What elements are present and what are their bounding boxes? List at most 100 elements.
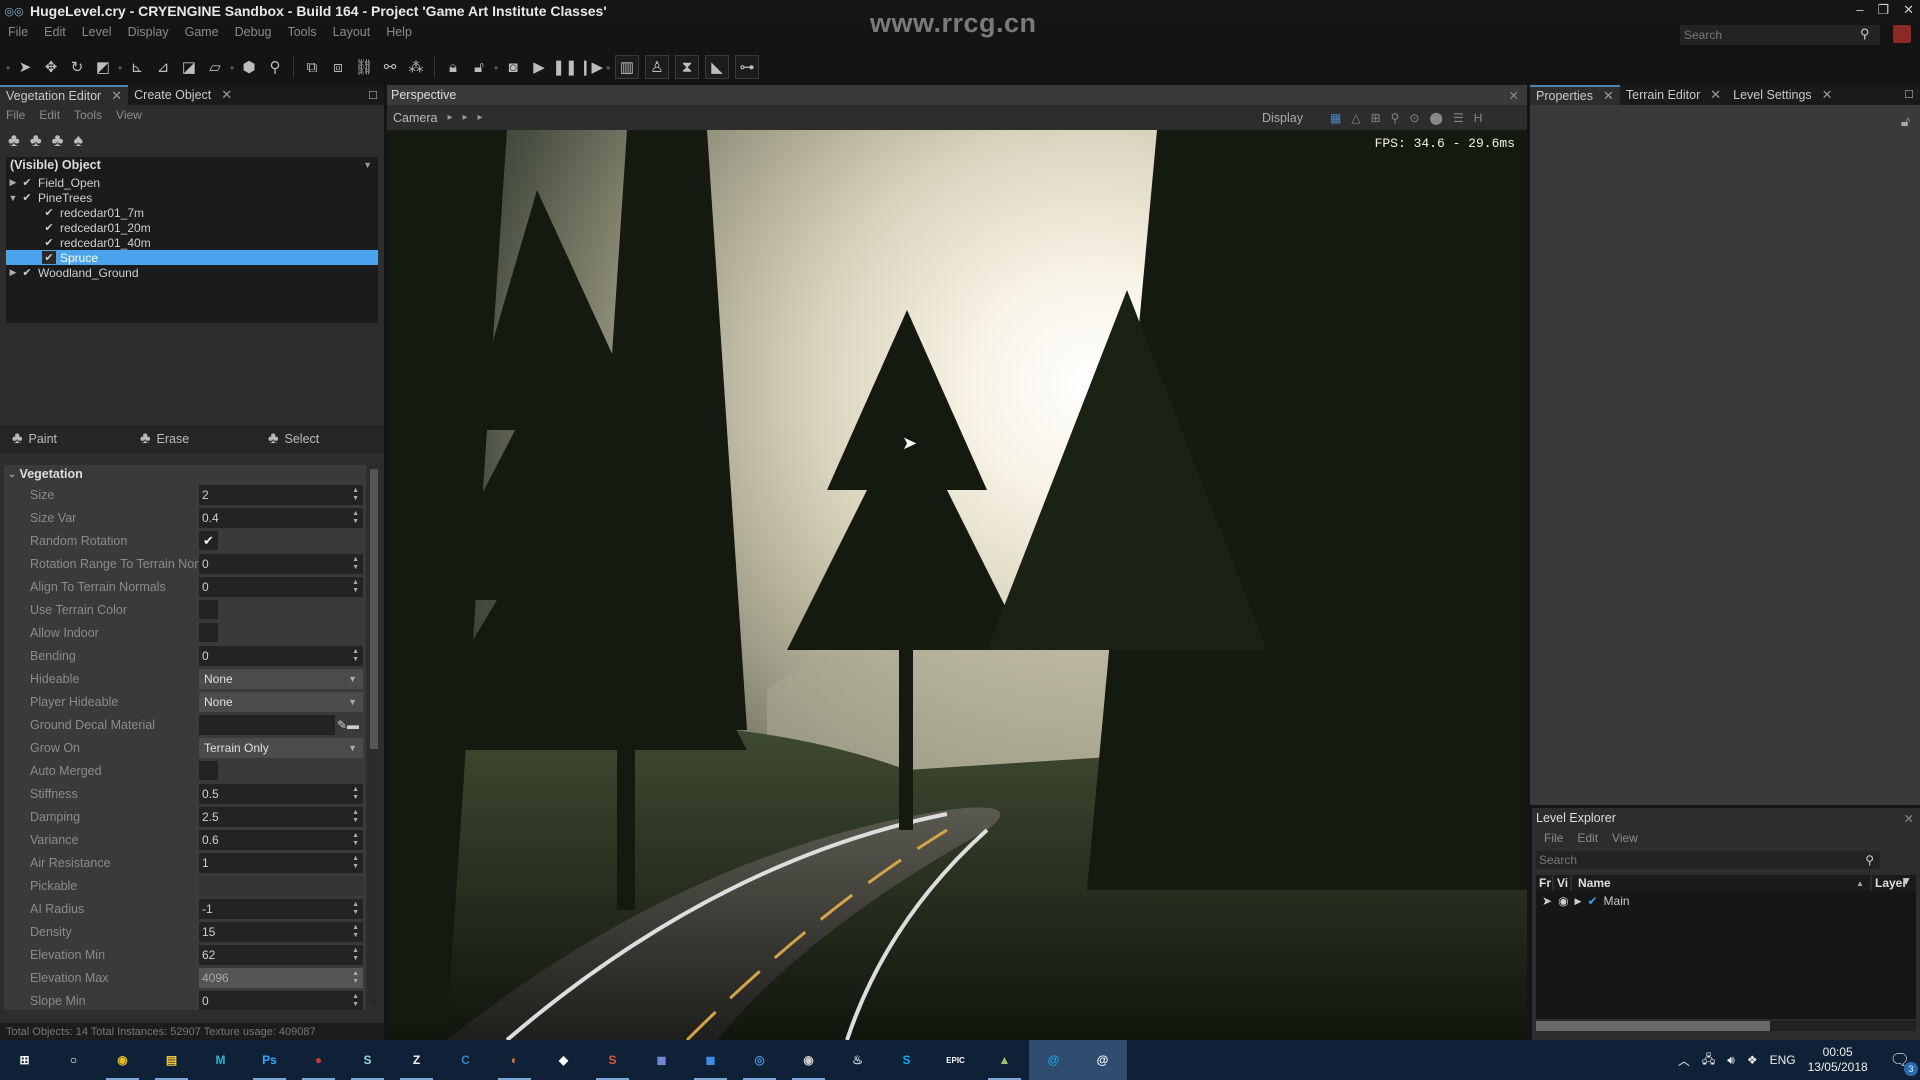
- step-icon[interactable]: ❙▶: [578, 55, 604, 79]
- property-number-input[interactable]: 0.5 ▲ ▼: [199, 783, 363, 804]
- property-dropdown[interactable]: None ▼: [199, 668, 363, 689]
- column-header-name[interactable]: Name ▲: [1572, 875, 1870, 891]
- spinner-arrows-icon[interactable]: ▲ ▼: [352, 786, 359, 802]
- game-mode-icon[interactable]: ◙: [500, 55, 526, 79]
- spinner-arrows-icon[interactable]: ▲ ▼: [352, 832, 359, 848]
- taskbar-chrome-button[interactable]: ◉: [98, 1040, 147, 1080]
- close-tab-icon[interactable]: ✕: [1822, 87, 1833, 103]
- show-hidden-icons-icon[interactable]: ︿: [1678, 1052, 1690, 1069]
- close-tab-icon[interactable]: ✕: [221, 87, 232, 103]
- taskbar-discord-button[interactable]: ◼: [637, 1040, 686, 1080]
- network-icon[interactable]: 🖧: [1702, 1050, 1715, 1071]
- property-dropdown[interactable]: None ▼: [199, 691, 363, 712]
- filter-icon[interactable]: ▼: [1900, 874, 1912, 888]
- select-icon[interactable]: ➤: [12, 55, 38, 79]
- spinner-arrows-icon[interactable]: ▲ ▼: [352, 993, 359, 1009]
- global-search-input[interactable]: Search: [1680, 25, 1880, 45]
- dropbox-icon[interactable]: ❖: [1747, 1053, 1758, 1067]
- restore-button[interactable]: ❐: [1877, 2, 1889, 18]
- veg-menu-view[interactable]: View: [116, 108, 142, 122]
- property-number-input[interactable]: 4096 ▲ ▼: [199, 967, 363, 988]
- tree-item[interactable]: ✔ redcedar01_20m: [6, 220, 378, 235]
- property-checkbox[interactable]: ✔: [199, 531, 218, 550]
- paint-mode-button[interactable]: ♣ Paint: [0, 430, 128, 448]
- property-number-input[interactable]: 0.6 ▲ ▼: [199, 829, 363, 850]
- material-path-input[interactable]: [199, 714, 335, 735]
- collapse-arrow-icon[interactable]: ▼: [6, 193, 20, 203]
- erase-mode-button[interactable]: ♣ Erase: [128, 430, 256, 448]
- visibility-checkbox[interactable]: ✔: [42, 251, 56, 264]
- visibility-checkbox[interactable]: ✔: [42, 236, 56, 249]
- add-vegetation-object-icon[interactable]: ♣: [8, 130, 20, 151]
- spinner-arrows-icon[interactable]: ▲ ▼: [352, 809, 359, 825]
- ai-person-icon[interactable]: ♙: [645, 55, 669, 79]
- tree-item-selected[interactable]: ✔ Spruce: [6, 250, 378, 265]
- property-number-input[interactable]: 2 ▲ ▼: [199, 484, 363, 505]
- terrain-icon[interactable]: ◣: [705, 55, 729, 79]
- layer-row[interactable]: ➤ ◉ ▶ ✔ Main: [1536, 893, 1916, 909]
- taskbar-epic-button[interactable]: EPIC: [931, 1040, 980, 1080]
- select-object-icon[interactable]: ⬢: [236, 55, 262, 79]
- visibility-checkbox[interactable]: ✔: [42, 206, 56, 219]
- snap-to-terrain-icon[interactable]: ▱: [202, 55, 228, 79]
- volume-icon[interactable]: 🔊︎: [1727, 1053, 1735, 1068]
- veg-menu-tools[interactable]: Tools: [74, 108, 102, 122]
- le-menu-file[interactable]: File: [1544, 831, 1563, 845]
- property-checkbox[interactable]: [199, 600, 218, 619]
- lock-icon[interactable]: 🔒︎: [440, 55, 466, 79]
- menu-display[interactable]: Display: [120, 25, 177, 39]
- tab-create-object[interactable]: Create Object ✕: [128, 85, 238, 105]
- tree-item[interactable]: ▶ ✔ Field_Open: [6, 175, 378, 190]
- snap-to-grid-icon[interactable]: ⊿: [150, 55, 176, 79]
- properties-scrollbar[interactable]: [370, 465, 378, 1005]
- active-layer-check-icon[interactable]: ✔: [1587, 894, 1597, 908]
- property-number-input[interactable]: 15 ▲ ▼: [199, 921, 363, 942]
- property-number-input[interactable]: 0 ▲ ▼: [199, 645, 363, 666]
- close-panel-icon[interactable]: ✕: [1904, 811, 1914, 826]
- vegetation-group-icon[interactable]: ♠: [73, 130, 83, 151]
- tree-item[interactable]: ▶ ✔ Woodland_Ground: [6, 265, 378, 280]
- property-number-input[interactable]: 0.4 ▲ ▼: [199, 507, 363, 528]
- taskbar-photoshop-button[interactable]: Ps: [245, 1040, 294, 1080]
- horizontal-scrollbar[interactable]: [1536, 1021, 1916, 1031]
- remove-vegetation-icon[interactable]: ♣: [52, 130, 64, 151]
- camera-nav-arrows-icon[interactable]: ▸▸▸: [447, 112, 492, 123]
- director-icon[interactable]: ⧗: [675, 55, 699, 79]
- taskbar-app-blue-button[interactable]: C: [441, 1040, 490, 1080]
- axis-constraint-icon[interactable]: ⊾: [124, 55, 150, 79]
- unlock-icon[interactable]: 🔓︎: [466, 55, 492, 79]
- notification-center-button[interactable]: [1893, 25, 1911, 43]
- taskbar-blender-button[interactable]: ◐: [490, 1040, 539, 1080]
- taskbar-skype-button[interactable]: S: [882, 1040, 931, 1080]
- add-vegetation-group-icon[interactable]: ♣: [30, 130, 42, 151]
- le-menu-edit[interactable]: Edit: [1577, 831, 1598, 845]
- taskbar-app-red-button[interactable]: ●: [294, 1040, 343, 1080]
- move-icon[interactable]: ✥: [38, 55, 64, 79]
- angle-snap-icon[interactable]: △: [1351, 111, 1360, 125]
- taskbar-unity-button[interactable]: ◆: [539, 1040, 588, 1080]
- helpers-icon[interactable]: H: [1474, 111, 1483, 125]
- tab-level-settings[interactable]: Level Settings ✕: [1727, 85, 1838, 105]
- taskbar-app-green-button[interactable]: ▲: [980, 1040, 1029, 1080]
- taskbar-cryengine-launcher-button[interactable]: @: [1029, 1040, 1078, 1080]
- menu-game[interactable]: Game: [177, 25, 227, 39]
- tab-terrain-editor[interactable]: Terrain Editor ✕: [1620, 85, 1727, 105]
- freeze-cursor-icon[interactable]: ➤: [1542, 894, 1552, 908]
- spinner-arrows-icon[interactable]: ▲ ▼: [352, 487, 359, 503]
- taskbar-start-button[interactable]: ⊞: [0, 1040, 49, 1080]
- property-number-input[interactable]: 1 ▲ ▼: [199, 852, 363, 873]
- spinner-arrows-icon[interactable]: ▲ ▼: [352, 947, 359, 963]
- spinner-arrows-icon[interactable]: ▲ ▼: [352, 901, 359, 917]
- vertex-snap-icon[interactable]: ⚲: [1391, 111, 1400, 125]
- visibility-checkbox[interactable]: ✔: [20, 191, 34, 204]
- clock[interactable]: 00:05 13/05/2018: [1808, 1045, 1868, 1075]
- ungroup-icon[interactable]: ⧈: [325, 55, 351, 79]
- expand-arrow-icon[interactable]: ▶: [6, 267, 20, 278]
- property-empty-field[interactable]: [199, 875, 363, 896]
- grid-icon[interactable]: ▦: [1330, 111, 1341, 125]
- tab-properties[interactable]: Properties ✕: [1530, 85, 1620, 105]
- property-number-input[interactable]: -1 ▲ ▼: [199, 898, 363, 919]
- taskbar-obs-button[interactable]: ◉: [784, 1040, 833, 1080]
- tree-item[interactable]: ✔ redcedar01_7m: [6, 205, 378, 220]
- browse-folder-icon[interactable]: ✎▬: [337, 718, 359, 732]
